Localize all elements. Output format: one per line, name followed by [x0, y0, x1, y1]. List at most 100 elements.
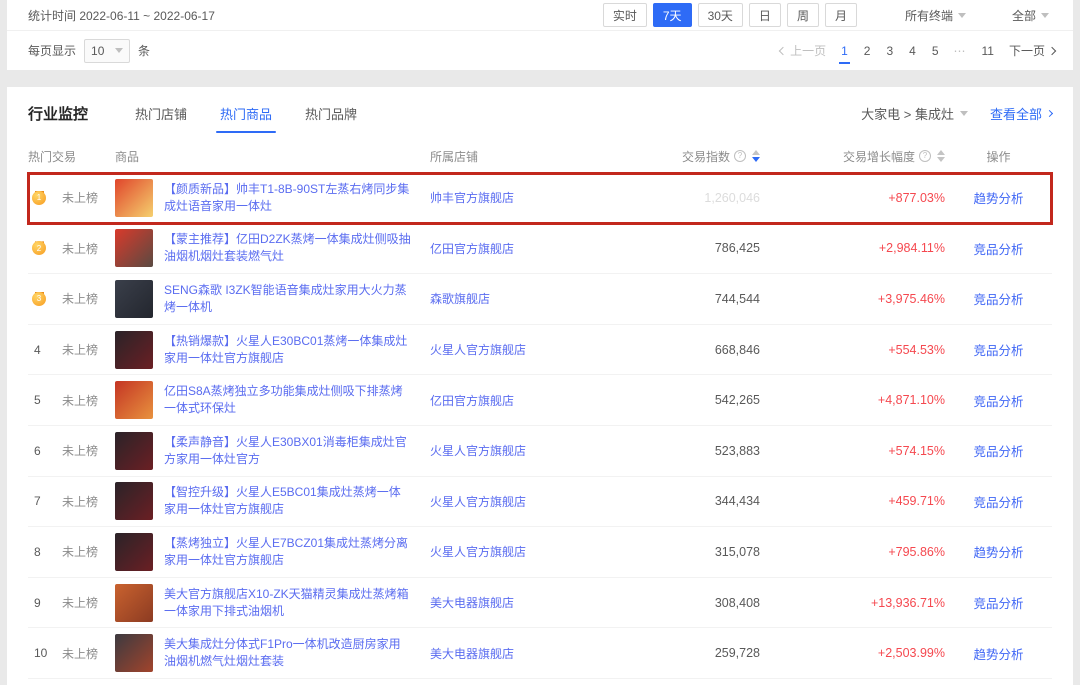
product-thumbnail[interactable] [115, 280, 153, 318]
shop-link[interactable]: 火星人官方旗舰店 [430, 442, 600, 459]
range-button[interactable]: 日 [749, 3, 781, 27]
help-icon[interactable]: ? [734, 150, 746, 162]
trade-index-value: 315,078 [715, 545, 760, 559]
help-icon[interactable]: ? [919, 150, 931, 162]
shop-link[interactable]: 亿田官方旗舰店 [430, 392, 600, 409]
row-action-link[interactable]: 竞品分析 [973, 391, 1023, 410]
product-title-link[interactable]: 【蒸烤独立】火星人E7BCZ01集成灶蒸烤分离家用一体灶官方旗舰店 [164, 535, 412, 569]
rank-cell: 9 [28, 596, 62, 610]
product-thumbnail[interactable] [115, 432, 153, 470]
terminal-dropdown-value: 所有终端 [905, 7, 953, 24]
header-trade-index: 交易指数 ? [682, 148, 760, 165]
range-button[interactable]: 7天 [653, 3, 692, 27]
product-title-link[interactable]: 【蒙主推荐】亿田D2ZK蒸烤一体集成灶侧吸抽油烟机烟灶套装燃气灶 [164, 231, 412, 265]
shop-link[interactable]: 火星人官方旗舰店 [430, 543, 600, 560]
row-action-link[interactable]: 趋势分析 [973, 542, 1023, 561]
product-title-link[interactable]: 美大官方旗舰店X10-ZK天猫精灵集成灶蒸烤箱一体家用下排式油烟机 [164, 586, 412, 620]
row-action-link[interactable]: 竞品分析 [973, 593, 1023, 612]
header-trade-index-label: 交易指数 [682, 148, 730, 165]
table-row: 8 未上榜 【蒸烤独立】火星人E7BCZ01集成灶蒸烤分离家用一体灶官方旗舰店 … [28, 527, 1052, 578]
row-action-link[interactable]: 竞品分析 [973, 492, 1023, 511]
pagination-page[interactable]: 1 [840, 42, 849, 60]
product-thumbnail[interactable] [115, 229, 153, 267]
product-thumbnail[interactable] [115, 482, 153, 520]
shop-link[interactable]: 火星人官方旗舰店 [430, 341, 600, 358]
panel-tab[interactable]: 热门品牌 [305, 87, 357, 139]
section-divider [0, 70, 1080, 87]
product-cell: 美大官方旗舰店X10-ZK天猫精灵集成灶蒸烤箱一体家用下排式油烟机 [115, 584, 430, 622]
rank-cell: 3 [28, 292, 62, 306]
shop-link[interactable]: 帅丰官方旗舰店 [430, 189, 600, 206]
product-title-link[interactable]: 亿田S8A蒸烤独立多功能集成灶侧吸下排蒸烤一体式环保灶 [164, 383, 412, 417]
row-action-link[interactable]: 竞品分析 [973, 441, 1023, 460]
panel-header: 行业监控 热门店铺热门商品热门品牌 大家电 > 集成灶 查看全部 [28, 87, 1052, 139]
row-action-link[interactable]: 趋势分析 [973, 644, 1023, 663]
chevron-left-icon [779, 46, 787, 54]
pagination-page[interactable]: 3 [885, 42, 894, 60]
product-title-link[interactable]: 【柔声静音】火星人E30BX01消毒柜集成灶官方家用一体灶官方 [164, 434, 412, 468]
sort-trade-index[interactable] [752, 150, 760, 162]
product-title-link[interactable]: SENG森歌 I3ZK智能语音集成灶家用大火力蒸烤一体机 [164, 282, 412, 316]
category-dropdown[interactable]: 大家电 > 集成灶 [861, 104, 968, 123]
view-all-link[interactable]: 查看全部 [990, 104, 1052, 123]
shop-link[interactable]: 火星人官方旗舰店 [430, 493, 600, 510]
product-title-link[interactable]: 【颜质新品】帅丰T1-8B-90ST左蒸右烤同步集成灶语音家用一体灶 [164, 181, 412, 215]
table-row: 1 未上榜 【颜质新品】帅丰T1-8B-90ST左蒸右烤同步集成灶语音家用一体灶… [28, 173, 1052, 224]
product-thumbnail[interactable] [115, 179, 153, 217]
product-cell: 【智控升级】火星人E5BC01集成灶蒸烤一体家用一体灶官方旗舰店 [115, 482, 430, 520]
trade-growth-value: +795.86% [888, 545, 945, 559]
pagination-next-button[interactable]: 下一页 [1009, 42, 1055, 59]
per-page-select[interactable]: 10 [84, 39, 130, 63]
product-title-link[interactable]: 【智控升级】火星人E5BC01集成灶蒸烤一体家用一体灶官方旗舰店 [164, 484, 412, 518]
trade-growth-value: +4,871.10% [878, 393, 945, 407]
pagination-page[interactable]: 5 [931, 42, 940, 60]
product-thumbnail[interactable] [115, 584, 153, 622]
industry-monitor-panel: 行业监控 热门店铺热门商品热门品牌 大家电 > 集成灶 查看全部 热门交易 商品… [7, 87, 1073, 685]
row-action-link[interactable]: 竞品分析 [973, 239, 1023, 258]
trade-index-value: 744,544 [715, 292, 760, 306]
product-thumbnail[interactable] [115, 331, 153, 369]
panel-tab[interactable]: 热门店铺 [135, 87, 187, 139]
page: 统计时间 2022-06-11 ~ 2022-06-17 实时7天30天日周月 … [7, 0, 1073, 685]
listed-status: 未上榜 [62, 543, 115, 560]
rank-number: 9 [28, 596, 41, 610]
date-range-group: 实时7天30天日周月 [603, 3, 857, 27]
range-button[interactable]: 月 [825, 3, 857, 27]
listed-status: 未上榜 [62, 645, 115, 662]
product-thumbnail[interactable] [115, 381, 153, 419]
row-action-link[interactable]: 竞品分析 [973, 289, 1023, 308]
row-action-link[interactable]: 竞品分析 [973, 340, 1023, 359]
table-row: 7 未上榜 【智控升级】火星人E5BC01集成灶蒸烤一体家用一体灶官方旗舰店 火… [28, 477, 1052, 528]
product-title-link[interactable]: 【热销爆款】火星人E30BC01蒸烤一体集成灶家用一体灶官方旗舰店 [164, 333, 412, 367]
table-row: 4 未上榜 【热销爆款】火星人E30BC01蒸烤一体集成灶家用一体灶官方旗舰店 … [28, 325, 1052, 376]
product-cell: 【热销爆款】火星人E30BC01蒸烤一体集成灶家用一体灶官方旗舰店 [115, 331, 430, 369]
terminal-dropdown[interactable]: 所有终端 [905, 7, 966, 24]
product-thumbnail[interactable] [115, 533, 153, 571]
product-thumbnail[interactable] [115, 634, 153, 672]
view-all-label: 查看全部 [990, 104, 1042, 123]
shop-link[interactable]: 美大电器旗舰店 [430, 645, 600, 662]
product-title-link[interactable]: 美大集成灶分体式F1Pro一体机改造厨房家用油烟机燃气灶烟灶套装 [164, 636, 412, 670]
range-button[interactable]: 实时 [603, 3, 647, 27]
row-action-link[interactable]: 趋势分析 [973, 188, 1023, 207]
product-cell: 【蒸烤独立】火星人E7BCZ01集成灶蒸烤分离家用一体灶官方旗舰店 [115, 533, 430, 571]
shop-link[interactable]: 森歌旗舰店 [430, 290, 600, 307]
pagination-page[interactable]: 4 [908, 42, 917, 60]
shop-link[interactable]: 亿田官方旗舰店 [430, 240, 600, 257]
listed-status: 未上榜 [62, 290, 115, 307]
product-cell: SENG森歌 I3ZK智能语音集成灶家用大火力蒸烤一体机 [115, 280, 430, 318]
pagination-page[interactable]: 11 [981, 42, 995, 60]
trade-index-value: 259,728 [715, 646, 760, 660]
product-cell: 美大集成灶分体式F1Pro一体机改造厨房家用油烟机燃气灶烟灶套装 [115, 634, 430, 672]
range-button[interactable]: 周 [787, 3, 819, 27]
trade-growth-value: +3,975.46% [878, 292, 945, 306]
scope-dropdown[interactable]: 全部 [1012, 7, 1049, 24]
pagination-page[interactable]: 2 [863, 42, 872, 60]
shop-link[interactable]: 美大电器旗舰店 [430, 594, 600, 611]
sort-trade-growth[interactable] [937, 150, 945, 162]
trade-growth-value: +574.15% [888, 444, 945, 458]
range-button[interactable]: 30天 [698, 3, 743, 27]
pagination-prev-button[interactable]: 上一页 [780, 42, 826, 59]
pagination-pages: 12345⋯11 [840, 42, 995, 60]
panel-tab[interactable]: 热门商品 [220, 87, 272, 139]
